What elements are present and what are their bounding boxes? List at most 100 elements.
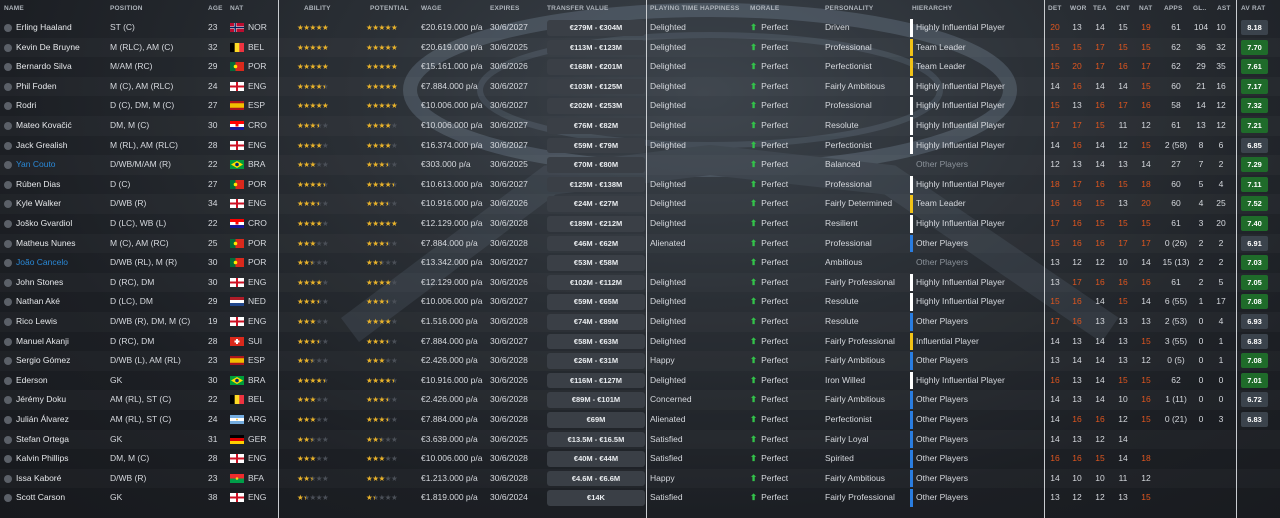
row-select-radio[interactable] <box>4 180 12 189</box>
morale-cell[interactable]: ⬆ Perfect <box>750 116 820 136</box>
morale-cell[interactable]: ⬆ Perfect <box>750 371 820 391</box>
row-select-radio[interactable] <box>4 455 12 464</box>
morale-cell[interactable]: ⬆ Perfect <box>750 175 820 195</box>
player-nationality[interactable]: CRO <box>248 214 278 234</box>
row-select-radio[interactable] <box>4 337 12 346</box>
col-header-assists[interactable]: AST <box>1217 0 1231 18</box>
player-name-link[interactable]: Julián Álvarez <box>16 410 108 430</box>
col-header-work-rate[interactable]: WOR <box>1070 0 1087 18</box>
player-name-link[interactable]: Manuel Akanji <box>16 332 108 352</box>
player-name-link[interactable]: Kyle Walker <box>16 194 108 214</box>
row-select-radio[interactable] <box>4 200 12 209</box>
player-nationality[interactable]: BEL <box>248 390 278 410</box>
table-row[interactable]: Kevin De Bruyne M (RLC), AM (C) 32 BEL ★… <box>0 38 1280 58</box>
player-nationality[interactable]: CRO <box>248 116 278 136</box>
row-select-radio[interactable] <box>4 318 12 326</box>
table-row[interactable]: Bernardo Silva M/AM (RC) 29 POR ★★★★★ ★★… <box>0 57 1280 77</box>
player-name-link[interactable]: Mateo Kovačić <box>16 116 108 136</box>
col-header-natural-fitness[interactable]: NAT <box>1139 0 1152 18</box>
morale-cell[interactable]: ⬆ Perfect <box>750 488 820 508</box>
player-nationality[interactable]: ENG <box>248 194 278 214</box>
row-select-radio[interactable] <box>4 43 12 52</box>
morale-cell[interactable]: ⬆ Perfect <box>750 312 820 332</box>
table-row[interactable]: Rodri D (C), DM, M (C) 27 ESP ★★★★★ ★★★★… <box>0 96 1280 116</box>
morale-cell[interactable]: ⬆ Perfect <box>750 410 820 430</box>
table-row[interactable]: Sergio Gómez D/WB (L), AM (RL) 23 ESP ★★… <box>0 351 1280 371</box>
row-select-radio[interactable] <box>4 63 12 72</box>
player-name-link[interactable]: Jérémy Doku <box>16 390 108 410</box>
player-nationality[interactable]: ENG <box>248 449 278 469</box>
col-header-ability[interactable]: ABILITY <box>304 0 331 18</box>
row-select-radio[interactable] <box>4 474 12 483</box>
table-row[interactable]: Phil Foden M (C), AM (RLC) 24 ENG ★★★★★ … <box>0 77 1280 97</box>
row-select-radio[interactable] <box>4 278 12 287</box>
player-nationality[interactable]: ENG <box>248 273 278 293</box>
table-row[interactable]: Erling Haaland ST (C) 23 NOR ★★★★★ ★★★★★… <box>0 18 1280 38</box>
table-row[interactable]: João Cancelo D/WB (RL), M (R) 30 POR ★★★… <box>0 253 1280 273</box>
col-header-expires[interactable]: EXPIRES <box>490 0 520 18</box>
table-row[interactable]: Nathan Aké D (LC), DM 29 NED ★★★★★ ★★★★★… <box>0 292 1280 312</box>
table-row[interactable]: Matheus Nunes M (C), AM (RC) 25 POR ★★★★… <box>0 234 1280 254</box>
row-select-radio[interactable] <box>4 259 12 268</box>
table-row[interactable]: John Stones D (RC), DM 30 ENG ★★★★★ ★★★★… <box>0 273 1280 293</box>
row-select-radio[interactable] <box>4 220 12 228</box>
player-nationality[interactable]: SUI <box>248 332 278 352</box>
table-row[interactable]: Kalvin Phillips DM, M (C) 28 ENG ★★★★★ ★… <box>0 449 1280 469</box>
player-name-link[interactable]: Rúben Dias <box>16 175 108 195</box>
player-nationality[interactable]: POR <box>248 175 278 195</box>
row-select-radio[interactable] <box>4 416 12 424</box>
table-row[interactable]: Scott Carson GK 38 ENG ★★★★★ ★★★★★ €1.81… <box>0 488 1280 508</box>
player-nationality[interactable]: NED <box>248 292 278 312</box>
col-header-consistency[interactable]: CNT <box>1116 0 1130 18</box>
morale-cell[interactable]: ⬆ Perfect <box>750 351 820 371</box>
player-name-link[interactable]: Phil Foden <box>16 77 108 97</box>
morale-cell[interactable]: ⬆ Perfect <box>750 77 820 97</box>
player-nationality[interactable]: ESP <box>248 96 278 116</box>
player-name-link[interactable]: Rico Lewis <box>16 312 108 332</box>
player-nationality[interactable]: POR <box>248 253 278 273</box>
player-nationality[interactable]: ENG <box>248 488 278 508</box>
player-name-link[interactable]: Stefan Ortega <box>16 430 108 450</box>
col-header-transfer-value[interactable]: TRANSFER VALUE <box>547 0 609 18</box>
row-select-radio[interactable] <box>4 396 12 405</box>
col-header-appearances[interactable]: APPS <box>1164 0 1183 18</box>
player-nationality[interactable]: ESP <box>248 351 278 371</box>
col-header-age[interactable]: AGE <box>208 0 223 18</box>
player-nationality[interactable]: POR <box>248 234 278 254</box>
table-row[interactable]: Jérémy Doku AM (RL), ST (C) 22 BEL ★★★★★… <box>0 390 1280 410</box>
row-select-radio[interactable] <box>4 82 12 91</box>
row-select-radio[interactable] <box>4 239 12 248</box>
table-row[interactable]: Ederson GK 30 BRA ★★★★★ ★★★★★ €10.916.00… <box>0 371 1280 391</box>
row-select-radio[interactable] <box>4 435 12 444</box>
morale-cell[interactable]: ⬆ Perfect <box>750 38 820 58</box>
row-select-radio[interactable] <box>4 161 12 170</box>
row-select-radio[interactable] <box>4 102 12 111</box>
player-name-link[interactable]: Rodri <box>16 96 108 116</box>
morale-cell[interactable]: ⬆ Perfect <box>750 96 820 116</box>
player-nationality[interactable]: BRA <box>248 371 278 391</box>
player-nationality[interactable]: POR <box>248 57 278 77</box>
player-name-link[interactable]: Erling Haaland <box>16 18 108 38</box>
player-name-link[interactable]: João Cancelo <box>16 253 108 273</box>
player-name-link[interactable]: Bernardo Silva <box>16 57 108 77</box>
player-nationality[interactable]: ENG <box>248 312 278 332</box>
player-name-link[interactable]: Issa Kaboré <box>16 469 108 489</box>
col-header-teamwork[interactable]: TEA <box>1093 0 1107 18</box>
player-name-link[interactable]: Kevin De Bruyne <box>16 38 108 58</box>
morale-cell[interactable]: ⬆ Perfect <box>750 194 820 214</box>
player-name-link[interactable]: John Stones <box>16 273 108 293</box>
table-row[interactable]: Issa Kaboré D/WB (R) 23 BFA ★★★★★ ★★★★★ … <box>0 469 1280 489</box>
row-select-radio[interactable] <box>4 357 12 366</box>
col-header-potential[interactable]: POTENTIAL <box>370 0 409 18</box>
player-nationality[interactable]: NOR <box>248 18 278 38</box>
col-header-personality[interactable]: PERSONALITY <box>825 0 873 18</box>
table-row[interactable]: Joško Gvardiol D (LC), WB (L) 22 CRO ★★★… <box>0 214 1280 234</box>
col-header-morale[interactable]: MORALE <box>750 0 779 18</box>
table-row[interactable]: Yan Couto D/WB/M/AM (R) 22 BRA ★★★★★ ★★★… <box>0 155 1280 175</box>
table-row[interactable]: Jack Grealish M (RL), AM (RLC) 28 ENG ★★… <box>0 136 1280 156</box>
row-select-radio[interactable] <box>4 494 12 503</box>
col-header-position[interactable]: POSITION <box>110 0 143 18</box>
morale-cell[interactable]: ⬆ Perfect <box>750 332 820 352</box>
morale-cell[interactable]: ⬆ Perfect <box>750 136 820 156</box>
col-header-hierarchy[interactable]: HIERARCHY <box>912 0 952 18</box>
